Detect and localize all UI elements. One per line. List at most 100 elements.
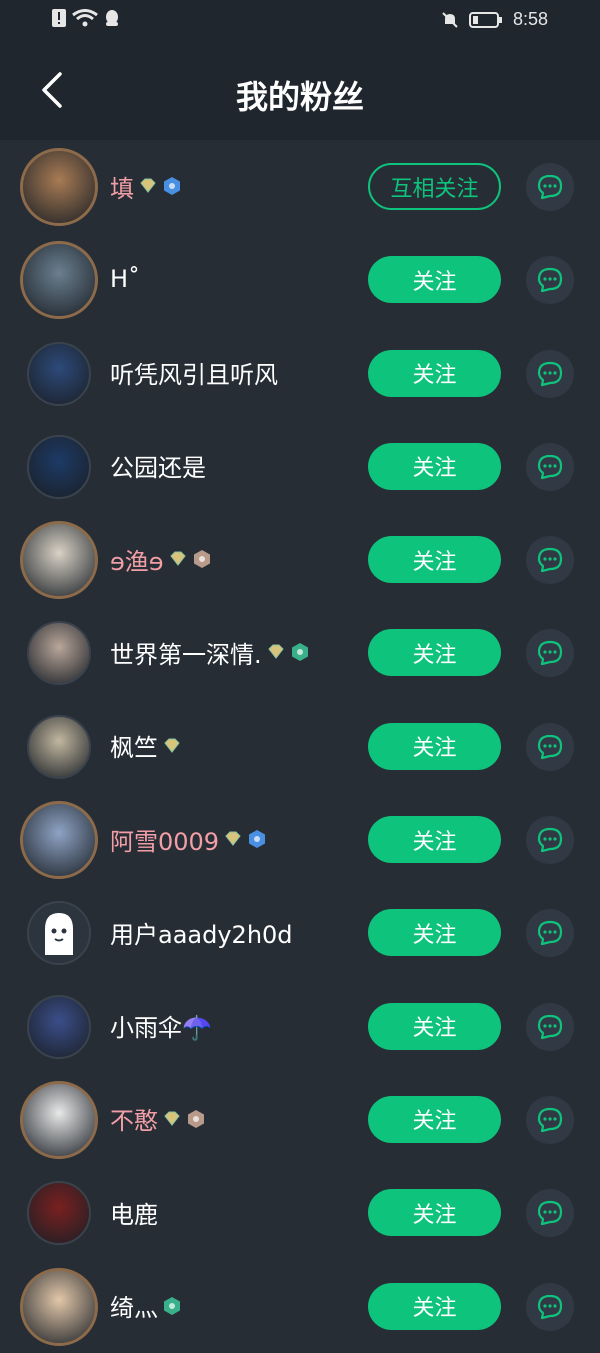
user-name: 不憨	[110, 1107, 158, 1136]
follow-button[interactable]: 关注	[368, 442, 501, 490]
user-name: ɘ渔ɘ	[110, 547, 164, 576]
message-button[interactable]	[526, 163, 574, 211]
name-wrap: 公园还是	[110, 448, 206, 484]
list-item[interactable]: 电鹿 关注	[0, 1166, 600, 1259]
avatar[interactable]	[20, 148, 98, 226]
message-button[interactable]	[526, 909, 574, 958]
follow-button[interactable]: 关注	[368, 536, 501, 584]
name-wrap: 电鹿	[110, 1194, 158, 1230]
chat-bubble-icon	[537, 641, 563, 666]
follow-button[interactable]: 关注	[368, 256, 501, 304]
name-wrap: 绮灬	[110, 1288, 182, 1324]
message-button[interactable]	[526, 629, 574, 678]
avatar[interactable]	[27, 434, 91, 499]
follow-button[interactable]: 关注	[368, 1282, 501, 1330]
user-name: 世界第一深情.	[110, 640, 262, 669]
avatar[interactable]	[27, 341, 91, 406]
list-item[interactable]: 世界第一深情. 关注	[0, 606, 600, 699]
chat-bubble-icon	[537, 921, 563, 946]
chat-bubble-icon	[537, 1201, 563, 1226]
avatar[interactable]	[27, 1181, 91, 1246]
wifi-icon	[72, 9, 98, 27]
user-name: 填	[110, 174, 134, 203]
user-name: 公园还是	[110, 454, 206, 483]
message-button[interactable]	[526, 1095, 574, 1144]
name-wrap: 小雨伞☂️	[110, 1008, 212, 1044]
follow-button[interactable]: 关注	[368, 1189, 501, 1237]
message-button[interactable]	[526, 442, 574, 491]
list-item[interactable]: 填 互相关注	[0, 140, 600, 233]
follow-button[interactable]: 关注	[368, 816, 501, 864]
message-button[interactable]	[526, 349, 574, 398]
alert-icon	[52, 9, 66, 27]
message-button[interactable]	[526, 816, 574, 865]
diamond-badge-icon	[169, 551, 186, 567]
header: 我的粉丝	[0, 40, 600, 140]
diamond-badge-icon	[140, 178, 156, 193]
list-item[interactable]: 枫竺 关注	[0, 700, 600, 793]
avatar[interactable]	[27, 901, 91, 966]
chat-bubble-icon	[537, 827, 563, 853]
diamond-badge-icon	[267, 644, 284, 660]
level-badge-icon	[164, 177, 180, 195]
message-button[interactable]	[526, 722, 574, 771]
message-button[interactable]	[526, 536, 574, 585]
name-wrap: ɘ渔ɘ	[110, 541, 212, 577]
follow-button[interactable]: 关注	[368, 629, 501, 677]
avatar[interactable]	[20, 1267, 98, 1346]
chat-bubble-icon	[537, 174, 563, 200]
avatar[interactable]	[27, 621, 91, 686]
status-bar: 8:58	[0, 0, 600, 40]
avatar[interactable]	[20, 521, 98, 600]
user-name: 用户aaady2h0d	[110, 920, 293, 949]
list-item[interactable]: ɘ渔ɘ 关注	[0, 513, 600, 606]
follow-button[interactable]: 关注	[368, 349, 501, 397]
follow-button[interactable]: 关注	[368, 909, 501, 957]
list-item[interactable]: 绮灬 关注	[0, 1260, 600, 1353]
follow-button[interactable]: 关注	[368, 722, 501, 770]
level-badge-icon	[193, 550, 210, 569]
name-wrap: 世界第一深情.	[110, 634, 310, 670]
chat-bubble-icon	[537, 268, 563, 293]
mute-bell-icon	[442, 11, 458, 28]
page-title: 我的粉丝	[235, 78, 364, 116]
list-item[interactable]: H˚ 关注	[0, 233, 600, 326]
fans-list: 填互相关注 H˚ 关注 听凭风引且听风 关注 公园还是 关注 ɘ渔ɘ 关注 世界第一深情. 关注 枫竺…	[0, 140, 600, 1353]
ghost-icon	[45, 913, 73, 956]
list-item[interactable]: 小雨伞☂️ 关注	[0, 980, 600, 1073]
avatar[interactable]	[20, 241, 98, 320]
list-item[interactable]: 阿雪0009 关注	[0, 793, 600, 886]
message-button[interactable]	[526, 256, 574, 305]
level-badge-icon	[164, 1296, 180, 1315]
message-button[interactable]	[526, 1282, 574, 1331]
chat-bubble-icon	[537, 361, 563, 386]
follow-button[interactable]: 关注	[368, 1002, 501, 1050]
user-name: 小雨伞☂️	[110, 1014, 212, 1043]
list-item[interactable]: 用户aaady2h0d 关注	[0, 886, 600, 979]
message-button[interactable]	[526, 1002, 574, 1051]
user-name: 阿雪0009	[110, 827, 220, 856]
name-wrap: 不憨	[110, 1101, 206, 1137]
list-item[interactable]: 公园还是 关注	[0, 420, 600, 513]
avatar[interactable]	[20, 1080, 98, 1159]
list-item[interactable]: 听凭风引且听风 关注	[0, 327, 600, 420]
chat-bubble-icon	[537, 1107, 563, 1133]
user-name: 枫竺	[110, 734, 158, 763]
name-wrap: 用户aaady2h0d	[110, 914, 293, 950]
message-button[interactable]	[526, 1189, 574, 1238]
chat-bubble-icon	[537, 1294, 563, 1319]
status-time: 8:58	[512, 9, 548, 29]
follow-button[interactable]: 关注	[368, 1095, 501, 1143]
chat-bubble-icon	[537, 734, 563, 759]
mutual-follow-button[interactable]: 互相关注	[368, 163, 501, 210]
list-item[interactable]: 不憨 关注	[0, 1073, 600, 1166]
name-wrap: H˚	[110, 261, 140, 297]
avatar[interactable]	[20, 801, 98, 880]
avatar[interactable]	[27, 994, 91, 1059]
user-name: 听凭风引且听风	[110, 361, 278, 390]
diamond-badge-icon	[225, 831, 241, 846]
name-wrap: 枫竺	[110, 728, 182, 764]
user-name: 电鹿	[110, 1200, 158, 1229]
avatar[interactable]	[27, 714, 91, 779]
level-badge-icon	[291, 643, 308, 662]
